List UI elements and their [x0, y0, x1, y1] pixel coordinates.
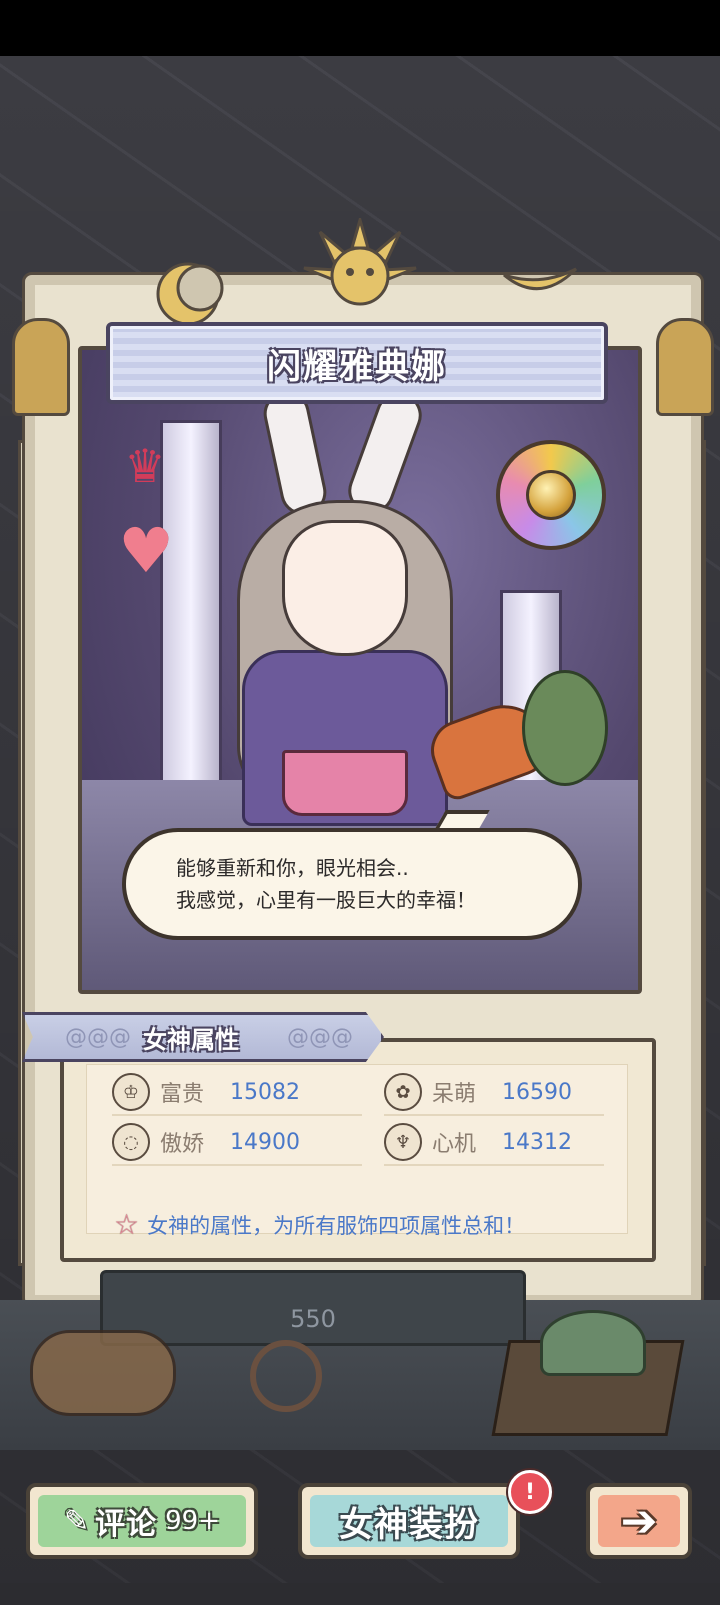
- quill-icon: ✎: [63, 1503, 90, 1539]
- stat-wealth: ♔ 富贵 15082: [112, 1073, 300, 1111]
- counter-plate: 550: [100, 1270, 526, 1346]
- horn-face-icon: ♆: [384, 1123, 422, 1161]
- speech-bubble: 能够重新和你，眼光相会.. 我感觉，心里有一股巨大的幸福！: [122, 828, 582, 940]
- stat-name: 傲娇: [160, 1132, 205, 1157]
- stat-scheming: ♆ 心机 14312: [384, 1123, 572, 1161]
- magnifier-prop: [250, 1340, 322, 1412]
- scroll-prop: [30, 1330, 176, 1416]
- zodiac-wheel-icon[interactable]: [496, 440, 606, 550]
- heart-icon[interactable]: ♥: [110, 514, 182, 587]
- swirl-ornament-icon: @@@: [65, 1025, 131, 1050]
- star-icon: ☆: [114, 1208, 140, 1241]
- crown-icon[interactable]: ♛: [110, 436, 180, 496]
- character-face: [282, 520, 408, 656]
- halo-face-icon: ◌: [112, 1123, 150, 1161]
- carrot-leaves: [522, 670, 608, 786]
- alert-badge: !: [508, 1470, 552, 1514]
- plant-prop: [540, 1310, 646, 1376]
- comment-button[interactable]: ✎ 评论 99+: [26, 1483, 258, 1559]
- wheel-center-gem: [526, 470, 576, 520]
- character-skirt: [282, 750, 408, 816]
- comment-label: 评论: [95, 1507, 158, 1542]
- attributes-tab-label: 女神属性: [143, 1025, 239, 1054]
- stat-divider: [112, 1114, 362, 1116]
- attributes-note: ☆ 女神的属性，为所有服饰四项属性总和！: [114, 1208, 525, 1241]
- crown-face-icon: ♔: [112, 1073, 150, 1111]
- stat-value: 14312: [502, 1129, 572, 1155]
- right-bust-ornament: [656, 318, 714, 416]
- arrow-right-icon: ➔: [620, 1495, 658, 1547]
- attributes-tab: @@@ 女神属性 @@@: [22, 1012, 384, 1062]
- stat-proud: ◌ 傲娇 14900: [112, 1123, 300, 1161]
- dialogue-line-2: 我感觉，心里有一股巨大的幸福！: [176, 888, 476, 912]
- character-title-banner: 闪耀雅典娜: [106, 322, 608, 404]
- counter-value: 550: [290, 1305, 336, 1333]
- dialogue-line-1: 能够重新和你，眼光相会..: [176, 856, 409, 880]
- stat-value: 16590: [502, 1079, 572, 1105]
- bow-face-icon: ✿: [384, 1073, 422, 1111]
- stat-divider: [384, 1114, 604, 1116]
- comment-count: 99+: [165, 1506, 220, 1536]
- bunny-ear: [259, 386, 331, 520]
- stat-name: 富贵: [160, 1082, 205, 1107]
- crescent-ornament-icon: [500, 255, 580, 295]
- bottom-edge: [0, 1583, 720, 1605]
- stat-name: 心机: [432, 1132, 477, 1157]
- stat-value: 14900: [230, 1129, 300, 1155]
- stat-name: 呆萌: [432, 1082, 477, 1107]
- stat-divider: [384, 1164, 604, 1166]
- stat-divider: [112, 1164, 362, 1166]
- character-name: 闪耀雅典娜: [267, 346, 447, 387]
- stat-cute: ✿ 呆萌 16590: [384, 1073, 572, 1111]
- left-bust-ornament: [12, 318, 70, 416]
- sun-crest-icon: [300, 218, 420, 308]
- attributes-note-text: 女神的属性，为所有服饰四项属性总和！: [147, 1213, 526, 1238]
- stat-value: 15082: [230, 1079, 300, 1105]
- swirl-ornament-icon: @@@: [287, 1025, 353, 1050]
- dress-up-button[interactable]: 女神装扮: [298, 1483, 520, 1559]
- dress-up-label: 女神装扮: [339, 1504, 479, 1545]
- next-button[interactable]: ➔: [586, 1483, 692, 1559]
- status-bar: [0, 0, 720, 56]
